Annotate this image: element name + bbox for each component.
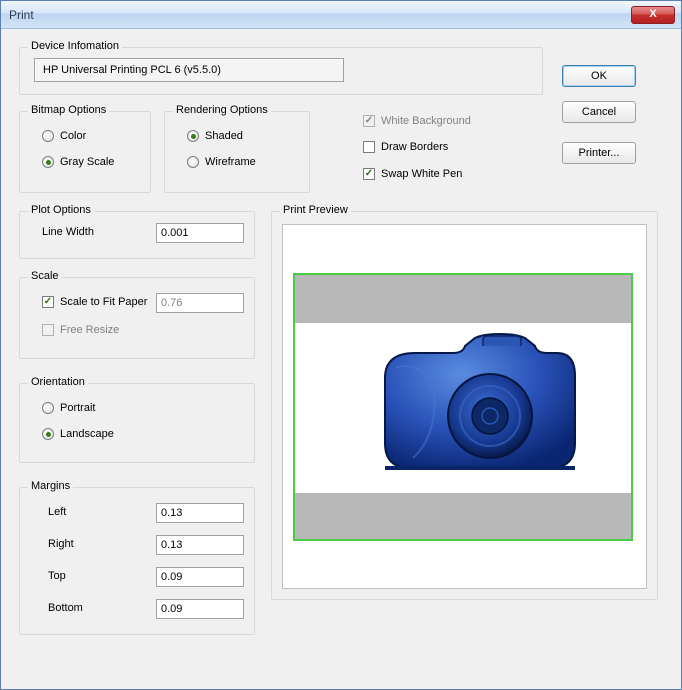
draw-borders-check[interactable]: Draw Borders [363,141,448,153]
preview-white-strip [295,323,631,493]
margins-legend: Margins [28,480,73,492]
checkbox-icon [363,115,375,127]
margin-left-input[interactable]: 0.13 [156,503,244,523]
margin-top-label: Top [48,570,66,582]
client-area: Device Infomation HP Universal Printing … [1,29,681,689]
margin-right-input[interactable]: 0.13 [156,535,244,555]
close-button[interactable]: X [631,6,675,24]
radio-icon [42,130,54,142]
camera-icon [365,323,585,483]
orientation-group: Orientation Portrait Landscape [19,383,255,463]
print-preview-legend: Print Preview [280,204,351,216]
line-width-label: Line Width [42,226,94,238]
margin-bottom-label: Bottom [48,602,83,614]
portrait-radio[interactable]: Portrait [42,402,95,414]
checkbox-icon [363,168,375,180]
draw-borders-label: Draw Borders [381,141,448,153]
color-label: Color [60,130,86,142]
margin-right-label: Right [48,538,74,550]
scale-legend: Scale [28,270,62,282]
checkbox-icon [42,296,54,308]
free-resize-label: Free Resize [60,324,119,336]
margin-bottom-input[interactable]: 0.09 [156,599,244,619]
rendering-options-group: Rendering Options Shaded Wireframe [164,111,310,193]
radio-icon [42,402,54,414]
swap-white-pen-check[interactable]: Swap White Pen [363,168,462,180]
checkbox-icon [363,141,375,153]
bitmap-options-legend: Bitmap Options [28,104,109,116]
preview-page [293,273,633,541]
plot-options-legend: Plot Options [28,204,94,216]
white-background-label: White Background [381,115,471,127]
window-title: Print [9,8,631,22]
margin-top-input[interactable]: 0.09 [156,567,244,587]
printer-button[interactable]: Printer... [562,142,636,164]
bitmap-options-group: Bitmap Options Color Gray Scale [19,111,151,193]
scale-value-input: 0.76 [156,293,244,313]
portrait-label: Portrait [60,402,95,414]
white-background-check: White Background [363,115,471,127]
titlebar: Print X [1,1,681,29]
device-name-field[interactable]: HP Universal Printing PCL 6 (v5.5.0) [34,58,344,82]
gray-scale-label: Gray Scale [60,156,114,168]
radio-icon [42,156,54,168]
device-info-legend: Device Infomation [28,40,122,52]
line-width-input[interactable]: 0.001 [156,223,244,243]
orientation-legend: Orientation [28,376,88,388]
print-preview-group: Print Preview [271,211,658,600]
cancel-button[interactable]: Cancel [562,101,636,123]
shaded-radio[interactable]: Shaded [187,130,243,142]
margins-group: Margins Left 0.13 Right 0.13 Top 0.09 Bo… [19,487,255,635]
preview-canvas [282,224,647,589]
scale-fit-paper-check[interactable]: Scale to Fit Paper [42,296,147,308]
radio-icon [187,130,199,142]
radio-icon [42,428,54,440]
checkbox-icon [42,324,54,336]
scale-fit-paper-label: Scale to Fit Paper [60,296,147,308]
rendering-options-legend: Rendering Options [173,104,271,116]
wireframe-label: Wireframe [205,156,256,168]
swap-white-pen-label: Swap White Pen [381,168,462,180]
free-resize-check: Free Resize [42,324,119,336]
landscape-label: Landscape [60,428,114,440]
margin-left-label: Left [48,506,66,518]
radio-icon [187,156,199,168]
landscape-radio[interactable]: Landscape [42,428,114,440]
ok-button[interactable]: OK [562,65,636,87]
print-dialog: Print X Device Infomation HP Universal P… [0,0,682,690]
plot-options-group: Plot Options Line Width 0.001 [19,211,255,259]
shaded-label: Shaded [205,130,243,142]
wireframe-radio[interactable]: Wireframe [187,156,256,168]
scale-group: Scale Scale to Fit Paper 0.76 Free Resiz… [19,277,255,359]
gray-scale-radio[interactable]: Gray Scale [42,156,114,168]
color-radio[interactable]: Color [42,130,86,142]
device-info-group: Device Infomation HP Universal Printing … [19,47,543,95]
